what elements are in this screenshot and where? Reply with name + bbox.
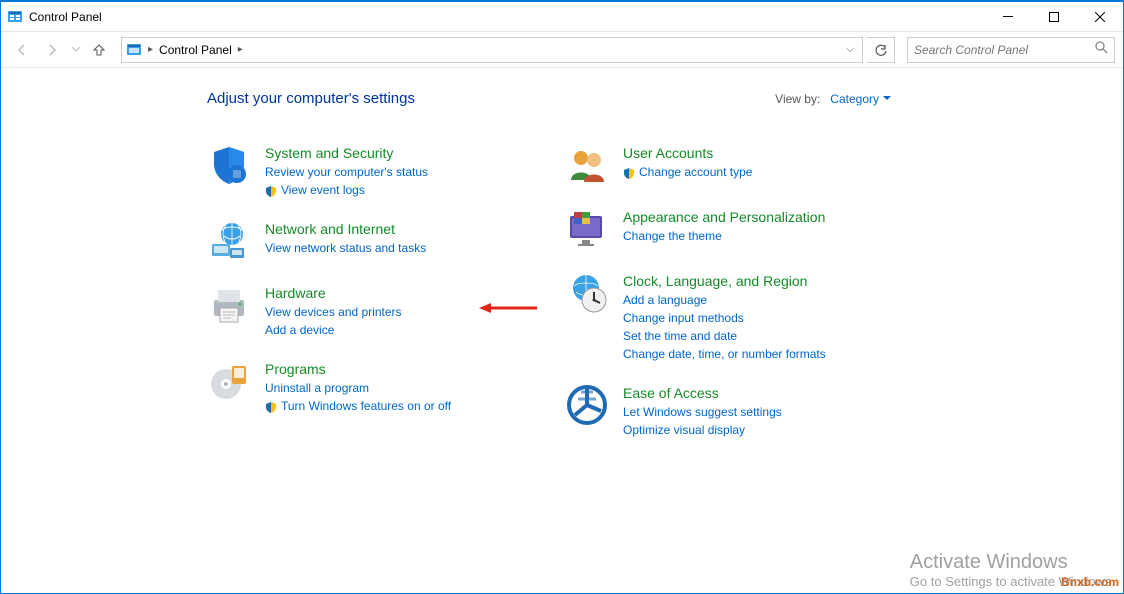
window-title: Control Panel (29, 10, 102, 24)
page-title: Adjust your computer's settings (207, 90, 415, 107)
view-by-value: Category (830, 92, 879, 106)
user-accounts-icon (565, 143, 609, 187)
watermark-title: Activate Windows (910, 551, 1115, 574)
breadcrumb-sep-icon[interactable]: ▸ (238, 44, 243, 55)
category-link[interactable]: Turn Windows features on or off (265, 397, 451, 415)
forward-button[interactable] (39, 37, 65, 63)
view-by-label: View by: (775, 92, 820, 106)
category-title[interactable]: Hardware (265, 285, 402, 301)
category-link[interactable]: Let Windows suggest settings (623, 403, 782, 421)
category-appearance: Appearance and Personalization Change th… (565, 207, 913, 251)
address-icon (126, 42, 142, 58)
clock-region-icon (565, 271, 609, 315)
category-link[interactable]: Set the time and date (623, 327, 826, 345)
window-controls (985, 2, 1123, 32)
content-area: Adjust your computer's settings View by:… (1, 68, 1123, 459)
category-link[interactable]: Uninstall a program (265, 379, 451, 397)
recent-dropdown[interactable] (69, 37, 83, 63)
category-user-accounts: User Accounts Change account type (565, 143, 913, 187)
uac-shield-icon (265, 400, 277, 412)
column-right: User Accounts Change account type Appear… (565, 143, 913, 459)
category-title[interactable]: User Accounts (623, 145, 752, 161)
printer-icon (207, 283, 251, 327)
category-system-security: System and Security Review your computer… (207, 143, 525, 199)
category-hardware: Hardware View devices and printers Add a… (207, 283, 525, 339)
category-title[interactable]: Clock, Language, and Region (623, 273, 826, 289)
uac-shield-icon (265, 184, 277, 196)
category-link[interactable]: View event logs (265, 181, 428, 199)
category-link[interactable]: Change account type (623, 163, 752, 181)
minimize-button[interactable] (985, 2, 1031, 32)
ease-of-access-icon (565, 383, 609, 427)
breadcrumb-item[interactable]: Control Panel (159, 43, 232, 57)
content-header: Adjust your computer's settings View by:… (207, 90, 1123, 107)
address-bar[interactable]: ▸ Control Panel ▸ ⌵ (121, 37, 863, 63)
refresh-button[interactable] (867, 37, 895, 63)
category-link[interactable]: Add a device (265, 321, 402, 339)
breadcrumb-sep-icon[interactable]: ▸ (148, 44, 153, 55)
network-icon (207, 219, 251, 263)
category-programs: Programs Uninstall a program Turn Window… (207, 359, 525, 415)
category-network-internet: Network and Internet View network status… (207, 219, 525, 263)
brand-watermark: Bnxb.com (1061, 575, 1119, 589)
view-by-control: View by: Category (775, 92, 891, 106)
category-link[interactable]: Optimize visual display (623, 421, 782, 439)
category-ease-of-access: Ease of Access Let Windows suggest setti… (565, 383, 913, 439)
appearance-icon (565, 207, 609, 251)
category-link-add-language[interactable]: Add a language (623, 291, 826, 309)
category-link[interactable]: Review your computer's status (265, 163, 428, 181)
category-clock-language-region: Clock, Language, and Region Add a langua… (565, 271, 913, 363)
maximize-button[interactable] (1031, 2, 1077, 32)
close-button[interactable] (1077, 2, 1123, 32)
shield-icon (207, 143, 251, 187)
back-button[interactable] (9, 37, 35, 63)
control-panel-icon (7, 9, 23, 25)
categories-grid: System and Security Review your computer… (207, 143, 1123, 459)
category-link[interactable]: Change input methods (623, 309, 826, 327)
category-title[interactable]: Programs (265, 361, 451, 377)
title-left: Control Panel (7, 9, 102, 25)
category-link[interactable]: Change date, time, or number formats (623, 345, 826, 363)
category-title[interactable]: Network and Internet (265, 221, 426, 237)
category-title[interactable]: Appearance and Personalization (623, 209, 825, 225)
up-button[interactable] (87, 38, 111, 62)
toolbar: ▸ Control Panel ▸ ⌵ (1, 32, 1123, 68)
address-dropdown-icon[interactable]: ⌵ (842, 44, 858, 55)
title-bar: Control Panel (1, 2, 1123, 32)
programs-icon (207, 359, 251, 403)
category-link[interactable]: View network status and tasks (265, 239, 426, 257)
view-by-dropdown[interactable]: Category (830, 92, 891, 106)
uac-shield-icon (623, 166, 635, 178)
search-icon[interactable] (1094, 40, 1108, 59)
category-link[interactable]: Change the theme (623, 227, 825, 245)
column-left: System and Security Review your computer… (207, 143, 525, 459)
category-link[interactable]: View devices and printers (265, 303, 402, 321)
category-title[interactable]: System and Security (265, 145, 428, 161)
search-box[interactable] (907, 37, 1115, 63)
search-input[interactable] (914, 43, 1094, 57)
category-title[interactable]: Ease of Access (623, 385, 782, 401)
chevron-down-icon (883, 96, 891, 101)
